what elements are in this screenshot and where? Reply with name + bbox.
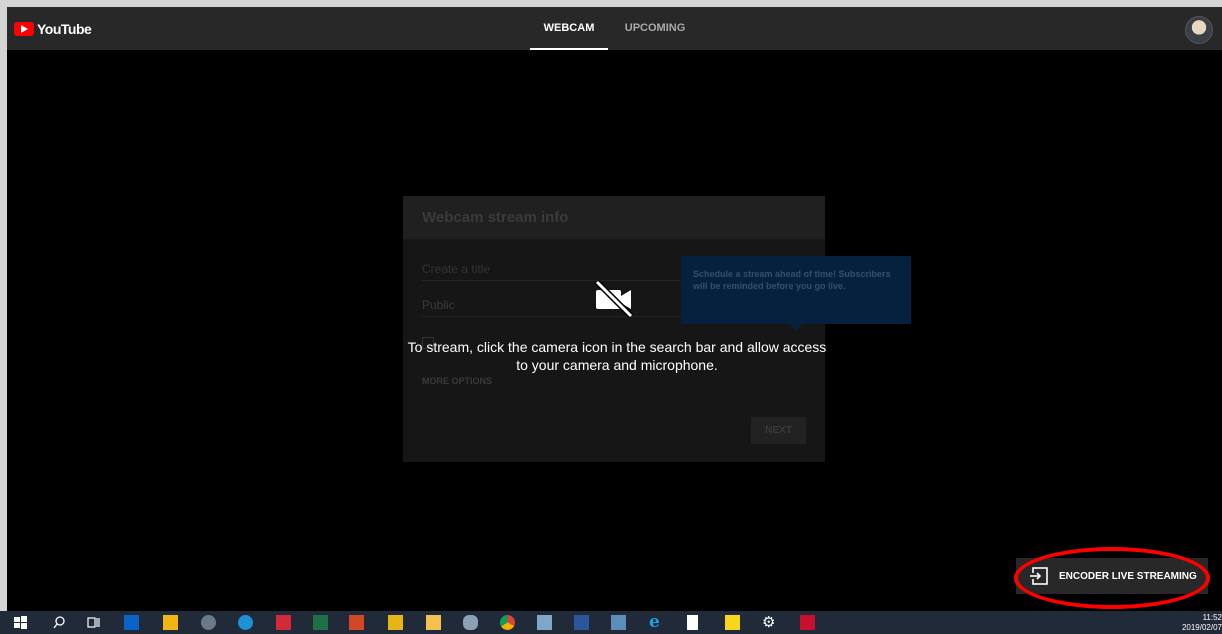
sticky-icon[interactable] [163,615,178,630]
task-view-icon[interactable] [86,615,101,630]
tooltip-text: Schedule a stream ahead of time! Subscri… [693,269,891,291]
app-window: YouTube WEBCAM UPCOMING Webcam stream in… [7,7,1222,611]
settings-icon[interactable]: ⚙ [762,615,777,630]
word-icon[interactable] [574,615,589,630]
file-explorer-icon[interactable] [426,615,441,630]
clock-date: 2019/02/07 [1181,623,1222,632]
skype-icon[interactable] [238,615,253,630]
chrome-icon[interactable] [500,615,515,630]
encoder-label: ENCODER LIVE STREAMING [1059,570,1197,582]
sticky-notes-icon[interactable] [725,615,740,630]
acrobat-icon[interactable] [800,615,815,630]
app-icon[interactable] [388,615,403,630]
youtube-play-icon [14,22,34,36]
camera-off-icon [594,279,634,319]
youtube-logo[interactable]: YouTube [14,21,92,37]
powerpoint-icon[interactable] [349,615,364,630]
app-icon[interactable] [537,615,552,630]
logo-text: YouTube [37,21,92,37]
taskbar: e ⚙ 11:52 2019/02/07 [0,611,1222,634]
schedule-tooltip: Schedule a stream ahead of time! Subscri… [681,256,911,324]
tab-webcam[interactable]: WEBCAM [530,7,608,50]
dialog-header: Webcam stream info [403,196,825,239]
windows-start-icon[interactable] [13,615,28,630]
camera-permission-message: To stream, click the camera icon in the … [407,339,827,373]
app-icon[interactable] [276,615,291,630]
search-icon[interactable] [52,615,67,630]
input-arrow-icon [1030,567,1048,585]
internet-explorer-icon[interactable]: e [649,614,664,631]
app-icon[interactable] [201,615,216,630]
clock-time: 11:52 [1202,613,1222,622]
top-bar: YouTube WEBCAM UPCOMING [7,7,1222,50]
app-icon[interactable] [463,615,478,630]
more-options-link[interactable]: MORE OPTIONS [422,376,492,386]
outlook-icon[interactable] [124,615,139,630]
dialog-title: Webcam stream info [422,209,569,226]
next-button[interactable]: NEXT [751,417,806,444]
system-clock[interactable]: 11:52 2019/02/07 [1170,613,1222,633]
document-icon[interactable] [687,615,698,630]
app-icon[interactable] [611,615,626,630]
tab-upcoming[interactable]: UPCOMING [618,7,692,50]
tooltip-arrow [789,324,803,331]
webcam-stream-dialog: Webcam stream info Create a title Public… [403,196,825,462]
avatar[interactable] [1185,16,1213,44]
encoder-live-streaming-button[interactable]: ENCODER LIVE STREAMING [1016,558,1208,594]
excel-icon[interactable] [313,615,328,630]
